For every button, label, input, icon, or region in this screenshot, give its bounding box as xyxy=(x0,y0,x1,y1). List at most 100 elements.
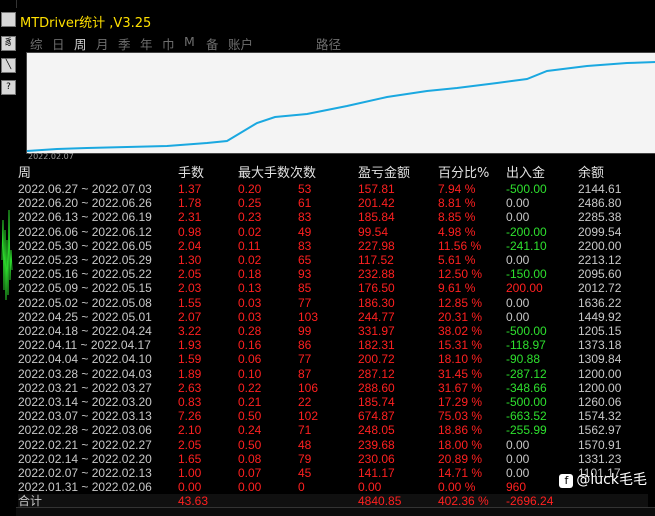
menu-item-account[interactable]: 账户 xyxy=(228,34,253,53)
cell-profit: 331.97 xyxy=(358,324,395,339)
menu-item-year[interactable]: 年 xyxy=(140,34,153,53)
table-row[interactable]: 2022.02.21 ~ 2022.02.27 2.05 0.50 48 239.68 1… xyxy=(18,438,648,452)
table-row[interactable]: 2022.03.28 ~ 2022.04.03 1.89 0.10 87 287.12 3… xyxy=(18,367,648,381)
cell-max-lots: 0.25 xyxy=(238,196,262,211)
toolbar-button-line[interactable]: ╲ xyxy=(1,58,16,73)
cell-percent: 4.98 % xyxy=(438,224,476,239)
table-row[interactable]: 2022.05.16 ~ 2022.05.22 2.05 0.18 93 232.88 1… xyxy=(18,267,648,281)
table-row[interactable]: 2022.06.06 ~ 2022.06.12 0.98 0.02 49 99.54 4.… xyxy=(18,225,648,239)
cell-lots: 1.78 xyxy=(178,196,202,211)
cell-balance: 1570.91 xyxy=(578,437,622,452)
cell-profit: 200.72 xyxy=(358,352,395,367)
table-row[interactable]: 2022.03.14 ~ 2022.03.20 0.83 0.21 22 185.74 1… xyxy=(18,395,648,409)
toolbar-button-settings[interactable]: 豸 xyxy=(1,36,16,51)
header-lots[interactable]: 手数 xyxy=(178,166,238,182)
cell-percent: 12.50 % xyxy=(438,267,483,282)
table-row[interactable]: 2022.03.07 ~ 2022.03.13 7.26 0.50 102 674.87… xyxy=(18,409,648,423)
cell-balance: 1574.32 xyxy=(578,409,622,424)
cell-deposit-withdraw: -90.88 xyxy=(506,352,541,367)
cell-deposit-withdraw: 0.00 xyxy=(506,437,530,452)
table-row[interactable]: 2022.02.07 ~ 2022.02.13 1.00 0.07 45 141.17 1… xyxy=(18,466,648,480)
header-balance[interactable]: 余额 xyxy=(578,166,648,182)
cell-week-range: 2022.05.23 ~ 2022.05.29 xyxy=(18,253,152,268)
table-row[interactable]: 2022.01.31 ~ 2022.02.06 0.00 0.00 0 0.00 0.00… xyxy=(18,480,648,494)
table-row[interactable]: 2022.04.11 ~ 2022.04.17 1.93 0.16 86 182.31 1… xyxy=(18,338,648,352)
table-row[interactable]: 2022.04.25 ~ 2022.05.01 2.07 0.03 103 244.77… xyxy=(18,310,648,324)
toolbar-button-help[interactable]: ? xyxy=(1,80,16,95)
statistics-panel: MTDriver统计 ,V3.25 综 日 周 月 季 年 巾 M 备 账户 路… xyxy=(16,8,655,515)
cell-week-range: 2022.02.21 ~ 2022.02.27 xyxy=(18,437,152,452)
cell-balance: 1200.00 xyxy=(578,366,622,381)
cell-deposit-withdraw: -500.00 xyxy=(506,182,547,196)
cell-count: 86 xyxy=(298,338,312,353)
cell-profit: 186.30 xyxy=(358,295,395,310)
cell-count: 61 xyxy=(298,196,312,211)
cell-week-range: 2022.05.09 ~ 2022.05.15 xyxy=(18,281,152,296)
cell-week-range: 2022.03.21 ~ 2022.03.27 xyxy=(18,380,152,395)
menu-item-month[interactable]: 月 xyxy=(96,34,109,53)
cell-week-range: 2022.05.16 ~ 2022.05.22 xyxy=(18,267,152,282)
cell-deposit-withdraw: -663.52 xyxy=(506,409,547,424)
menu-item-path[interactable]: 路径 xyxy=(316,34,341,53)
cell-lots: 1.93 xyxy=(178,338,202,353)
cell-week-range: 2022.04.18 ~ 2022.04.24 xyxy=(18,324,152,339)
cell-lots: 7.26 xyxy=(178,409,202,424)
cell-deposit-withdraw: 0.00 xyxy=(506,210,530,225)
cell-balance: 1331.23 xyxy=(578,451,622,466)
cell-lots: 3.22 xyxy=(178,324,202,339)
cell-lots: 0.98 xyxy=(178,224,202,239)
menu-item-quarter[interactable]: 季 xyxy=(118,34,131,53)
table-row[interactable]: 2022.06.27 ~ 2022.07.03 1.37 0.20 53 157.81 7… xyxy=(18,182,648,196)
menu-item-day[interactable]: 日 xyxy=(52,34,65,53)
table-row[interactable]: 2022.03.21 ~ 2022.03.27 2.63 0.22 106 288.60… xyxy=(18,381,648,395)
cell-week-range: 2022.05.30 ~ 2022.06.05 xyxy=(18,238,152,253)
toolbar-button-close[interactable] xyxy=(1,12,16,27)
left-toolbar-strip: 豸 ╲ ? xyxy=(0,0,17,515)
table-row[interactable]: 2022.05.23 ~ 2022.05.29 1.30 0.02 65 117.52 5… xyxy=(18,253,648,267)
table-row[interactable]: 2022.04.18 ~ 2022.04.24 3.22 0.28 99 331.97 3… xyxy=(18,324,648,338)
table-row[interactable]: 2022.05.09 ~ 2022.05.15 2.03 0.13 85 176.50 9… xyxy=(18,281,648,295)
cell-percent: 8.85 % xyxy=(438,210,476,225)
cell-percent: 20.89 % xyxy=(438,451,483,466)
cell-max-lots: 0.20 xyxy=(238,182,262,196)
table-row[interactable]: 2022.04.04 ~ 2022.04.10 1.59 0.06 77 200.72 1… xyxy=(18,352,648,366)
cell-max-lots: 0.50 xyxy=(238,437,262,452)
header-week[interactable]: 周 xyxy=(18,166,178,182)
cell-deposit-withdraw: -200.00 xyxy=(506,224,547,239)
cell-percent: 14.71 % xyxy=(438,466,483,481)
header-deposit-withdraw[interactable]: 出入金 xyxy=(506,166,578,182)
menu-item-week[interactable]: 周 xyxy=(74,34,87,53)
cell-deposit-withdraw: -287.12 xyxy=(506,366,547,381)
cell-count: 45 xyxy=(298,466,312,481)
table-row[interactable]: 2022.05.02 ~ 2022.05.08 1.55 0.03 77 186.30 1… xyxy=(18,296,648,310)
cell-percent: 18.10 % xyxy=(438,352,483,367)
header-max-lots-count[interactable]: 最大手数次数 xyxy=(238,166,358,182)
cell-percent: 7.94 % xyxy=(438,182,476,196)
menu-item-summary[interactable]: 综 xyxy=(30,34,43,53)
menu-item-note[interactable]: 备 xyxy=(206,34,219,53)
cell-count: 83 xyxy=(298,210,312,225)
table-row[interactable]: 2022.02.14 ~ 2022.02.20 1.65 0.08 79 230.06 2… xyxy=(18,452,648,466)
cell-max-lots: 0.06 xyxy=(238,352,262,367)
cell-percent: 31.45 % xyxy=(438,366,483,381)
menu-item-symbol[interactable]: 巾 xyxy=(162,34,175,53)
cell-lots: 2.05 xyxy=(178,267,202,282)
cell-count: 106 xyxy=(298,380,319,395)
cell-lots: 2.04 xyxy=(178,238,202,253)
table-row[interactable]: 2022.02.28 ~ 2022.03.06 2.10 0.24 71 248.05 1… xyxy=(18,423,648,437)
header-profit[interactable]: 盈亏金额 xyxy=(358,166,438,182)
cell-max-lots: 0.21 xyxy=(238,395,262,410)
table-row[interactable]: 2022.06.13 ~ 2022.06.19 2.31 0.23 83 185.84 8… xyxy=(18,210,648,224)
cell-max-lots: 0.02 xyxy=(238,253,262,268)
cell-max-lots: 0.10 xyxy=(238,366,262,381)
cell-deposit-withdraw: -500.00 xyxy=(506,324,547,339)
cell-count: 77 xyxy=(298,295,312,310)
table-row[interactable]: 2022.06.20 ~ 2022.06.26 1.78 0.25 61 201.42 8… xyxy=(18,196,648,210)
menu-item-magic[interactable]: M xyxy=(184,34,195,49)
header-percent[interactable]: 百分比% xyxy=(438,166,506,182)
cell-balance: 1562.97 xyxy=(578,423,622,438)
cell-week-range: 2022.04.04 ~ 2022.04.10 xyxy=(18,352,152,367)
cell-week-range: 2022.04.25 ~ 2022.05.01 xyxy=(18,309,152,324)
cell-deposit-withdraw: -241.10 xyxy=(506,238,547,253)
table-row[interactable]: 2022.05.30 ~ 2022.06.05 2.04 0.11 83 227.98 1… xyxy=(18,239,648,253)
